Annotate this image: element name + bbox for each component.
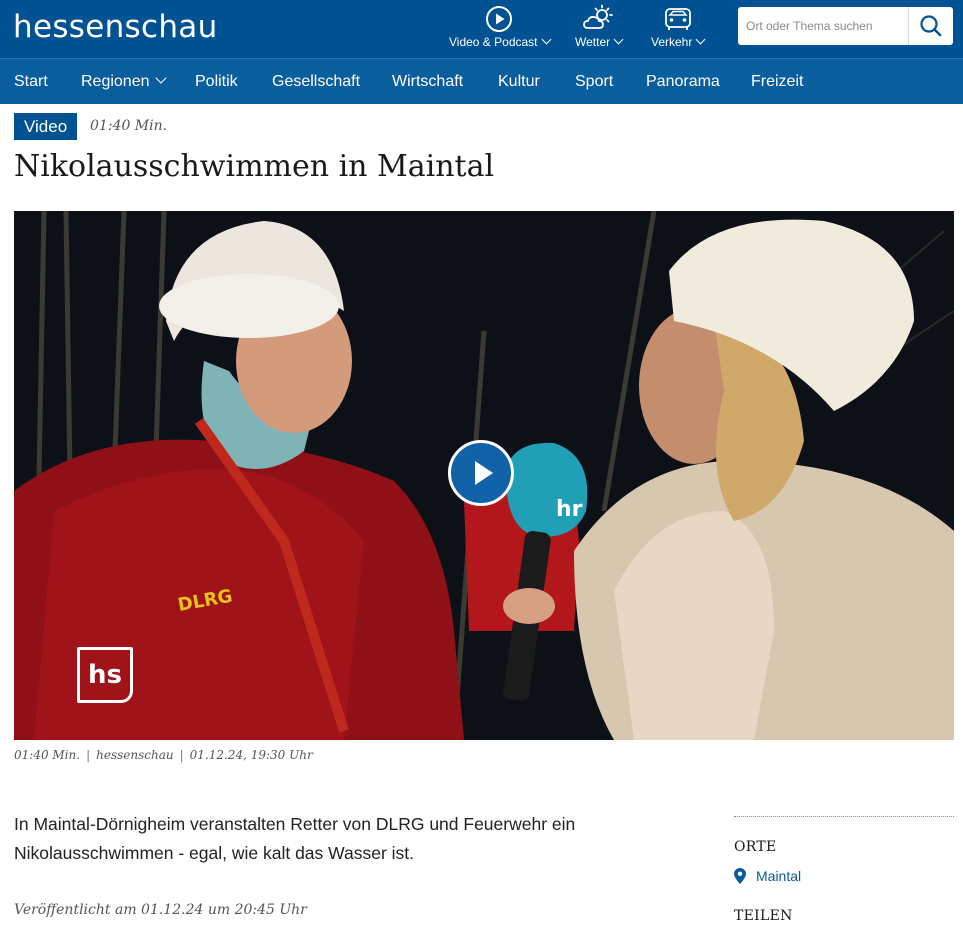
orte-heading: ORTE [734,839,777,855]
nav-wirtschaft[interactable]: Wirtschaft [392,59,463,104]
main-navigation: Start Regionen Politik Gesellschaft Wirt… [0,58,963,104]
play-button[interactable] [448,440,514,506]
article-teaser: In Maintal-Dörnigheim veranstalten Rette… [14,814,576,863]
search-icon [920,15,942,37]
teilen-heading: TEILEN [734,908,793,924]
site-logo[interactable]: hessenschau [13,6,218,48]
chevron-down-icon [695,34,706,45]
nav-verkehr[interactable]: Verkehr [651,4,706,49]
nav-video-podcast-label: Video & Podcast [449,35,538,49]
nav-wetter[interactable]: Wetter [575,4,624,49]
weather-cloud-sun-icon [582,4,613,29]
search-button[interactable] [908,7,953,45]
meta-separator: | [179,748,184,762]
nav-regionen[interactable]: Regionen [81,59,167,104]
nav-panorama[interactable]: Panorama [646,59,720,104]
chevron-down-icon [541,34,551,45]
place-label: Maintal [756,868,802,884]
video-duration: 01:40 Min. [90,118,168,134]
play-circle-icon [486,6,513,32]
video-meta: 01:40 Min. | hessenschau | 01.12.24, 19:30 U… [14,748,313,762]
search-input[interactable] [738,7,924,45]
aside-divider [734,816,954,817]
meta-source: hessenschau [96,748,174,762]
nav-start[interactable]: Start [14,59,48,104]
nav-sport[interactable]: Sport [575,59,613,104]
meta-date: 01.12.24, 19:30 Uhr [189,748,313,762]
search-box [738,7,953,45]
nav-kultur[interactable]: Kultur [498,59,540,104]
nav-verkehr-label: Verkehr [651,35,693,49]
article-title: Nikolausschwimmen in Maintal [14,149,495,184]
nav-gesellschaft[interactable]: Gesellschaft [272,59,360,104]
traffic-car-icon [664,8,691,30]
map-pin-icon [734,868,746,884]
published-date: Veröffentlicht am 01.12.24 um 20:45 Uhr [14,902,307,918]
nav-regionen-label: Regionen [81,73,150,90]
hs-channel-logo: hs [77,647,133,703]
video-badge: Video [14,113,78,140]
place-link-maintal[interactable]: Maintal [734,868,801,884]
top-header: hessenschau Video & Podcast Wetter Verke… [0,0,963,58]
chevron-down-icon [154,72,167,84]
video-player[interactable]: DLRG hr hs [14,211,954,740]
meta-duration: 01:40 Min. [14,748,81,762]
chevron-down-icon [613,34,624,45]
svg-text:hr: hr [556,497,583,522]
nav-politik[interactable]: Politik [195,59,238,104]
nav-video-podcast[interactable]: Video & Podcast [449,4,551,49]
play-button-icon [475,461,493,485]
meta-separator: | [86,748,91,762]
nav-freizeit[interactable]: Freizeit [751,59,803,104]
nav-wetter-label: Wetter [575,35,611,49]
